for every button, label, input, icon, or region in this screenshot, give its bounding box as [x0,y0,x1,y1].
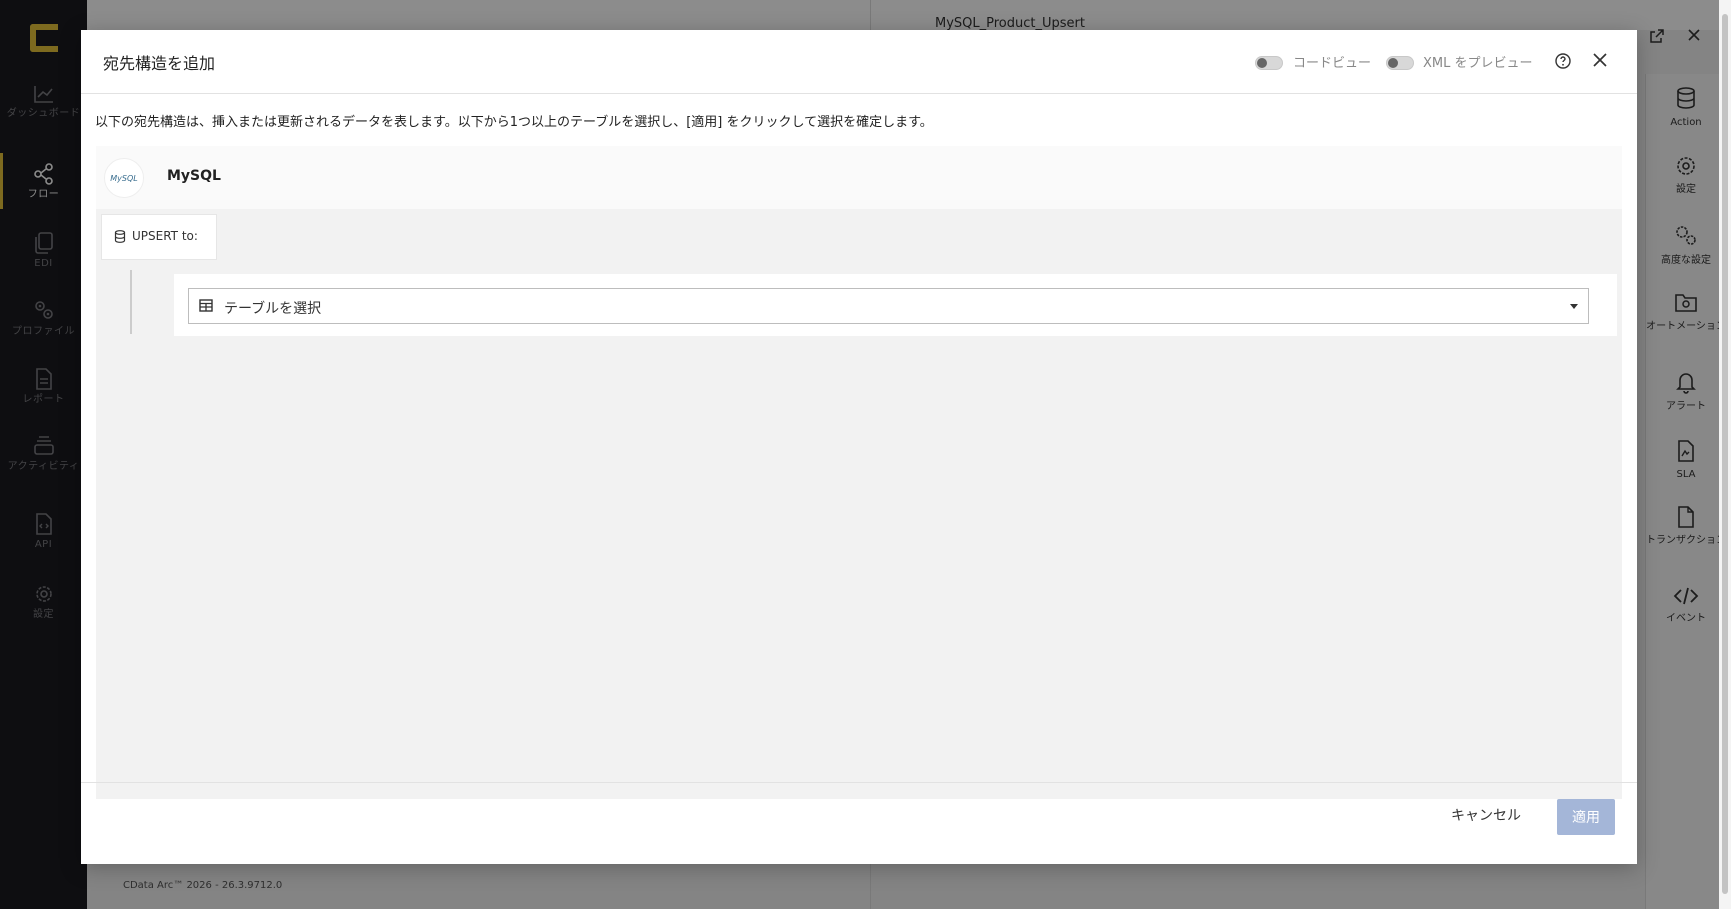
table-select-placeholder: テーブルを選択 [224,301,322,317]
code-view-label: コードビュー [1293,56,1372,71]
dialog-title: 宛先構造を追加 [103,54,216,73]
source-name: MySQL [167,168,221,184]
destination-structure-area: MySQL MySQL UPSERT to: テーブルを選択 [96,146,1622,799]
table-select-dropdown[interactable]: テーブルを選択 [188,288,1589,324]
xml-preview-toggle[interactable] [1386,56,1414,70]
add-destination-structure-dialog: 宛先構造を追加 コードビュー XML をプレビュー 以下の宛先構造は、挿入または… [81,30,1637,864]
apply-button[interactable]: 適用 [1557,799,1615,835]
close-icon[interactable] [1592,52,1608,68]
chevron-down-icon [1570,304,1578,309]
code-view-toggle[interactable] [1255,56,1283,70]
help-icon[interactable] [1555,53,1571,69]
table-icon [199,299,213,312]
dialog-header: 宛先構造を追加 コードビュー XML をプレビュー [81,30,1637,94]
upsert-node[interactable]: UPSERT to: [101,214,217,260]
cancel-button[interactable]: キャンセル [1451,805,1521,825]
database-icon [114,230,126,243]
dialog-footer: キャンセル 適用 [81,782,1637,864]
page-scrollbar[interactable] [1719,0,1731,909]
source-header: MySQL MySQL [96,146,1622,209]
table-select-panel: テーブルを選択 [174,274,1617,336]
dialog-description: 以下の宛先構造は、挿入または更新されるデータを表します。以下から1つ以上のテーブ… [95,115,933,130]
upsert-label: UPSERT to: [132,229,198,243]
mysql-logo: MySQL [104,158,144,198]
tree-connector [130,270,132,334]
xml-preview-label: XML をプレビュー [1423,56,1533,71]
scrollbar-thumb[interactable] [1722,14,1728,894]
